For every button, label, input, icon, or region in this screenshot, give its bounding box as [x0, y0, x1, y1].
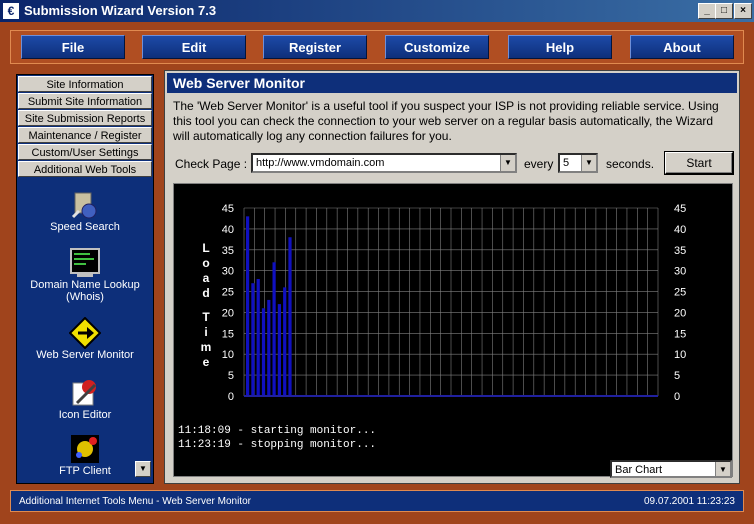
- ftp-icon: [69, 433, 101, 465]
- chart-bar: [283, 287, 287, 396]
- y-tick-label-left: 15: [222, 328, 234, 340]
- app-icon: €: [3, 3, 19, 19]
- url-value: http://www.vmdomain.com: [256, 157, 385, 169]
- sidebar-tab-additional-web-tools[interactable]: Additional Web Tools: [18, 161, 152, 177]
- y-tick-label-right: 40: [674, 224, 686, 236]
- seconds-label: seconds.: [606, 157, 655, 171]
- tool-domain-name-lookup[interactable]: Domain Name Lookup (Whois): [17, 247, 153, 303]
- y-tick-label-right: 5: [674, 370, 680, 382]
- chart-area: 0 0 5 5 10 10 15 15 20 20 25 25 30 30 35 35 40 40 45 45 Lo a d…: [173, 183, 733, 478]
- every-label: every: [524, 157, 554, 171]
- y-tick-label-right: 15: [674, 328, 686, 340]
- menu-file-button[interactable]: File: [21, 35, 125, 59]
- y-axis-label-letter: L: [202, 241, 209, 255]
- url-combobox[interactable]: http://www.vmdomain.com ▼: [251, 153, 517, 173]
- y-axis-label-letter: i: [204, 325, 207, 339]
- menu-edit-button[interactable]: Edit: [142, 35, 246, 59]
- interval-dropdown-icon[interactable]: ▼: [581, 155, 596, 171]
- tool-label-web-server-monitor: Web Server Monitor: [36, 349, 134, 361]
- sidebar-tab-custom-user-settings[interactable]: Custom/User Settings: [18, 144, 152, 160]
- menu-bar: File Edit Register Customize Help About: [10, 30, 744, 64]
- sidebar: Site Information Submit Site Information…: [16, 74, 154, 484]
- y-axis-label-letter: T: [202, 310, 210, 324]
- panel-title: Web Server Monitor: [167, 73, 737, 93]
- y-tick-label-right: 30: [674, 266, 686, 278]
- speed-search-icon: [69, 189, 101, 221]
- chart-bar: [261, 308, 266, 396]
- panel-description: The 'Web Server Monitor' is a useful too…: [173, 99, 719, 143]
- main-panel: Web Server Monitor The 'Web Server Monit…: [164, 70, 740, 484]
- chart-bar: [288, 237, 292, 396]
- tool-web-server-monitor[interactable]: Web Server Monitor: [17, 316, 153, 361]
- tool-icon-editor[interactable]: Icon Editor: [17, 377, 153, 421]
- title-bar: € Submission Wizard Version 7.3 _ □ ×: [0, 0, 754, 22]
- chart-type-dropdown-icon[interactable]: ▼: [715, 462, 730, 476]
- y-tick-label-left: 5: [228, 370, 234, 382]
- chart-type-select[interactable]: Bar Chart ▼: [610, 460, 732, 478]
- menu-help-button[interactable]: Help: [508, 35, 612, 59]
- chart-bar: [246, 216, 250, 396]
- minimize-icon[interactable]: _: [698, 3, 716, 19]
- y-tick-label-left: 20: [222, 307, 234, 319]
- icon-editor-icon: [69, 377, 101, 409]
- menu-register-button[interactable]: Register: [263, 35, 367, 59]
- window-title: Submission Wizard Version 7.3: [24, 3, 217, 18]
- y-tick-label-right: 10: [674, 349, 686, 361]
- interval-combobox[interactable]: 5 ▼: [558, 153, 598, 173]
- log-line: 11:18:09 - starting monitor...: [178, 425, 377, 437]
- arrow-sign-icon: [68, 316, 102, 350]
- monitor-log: 11:18:09 - starting monitor... 11:23:19 -…: [178, 424, 376, 452]
- y-tick-label-right: 25: [674, 287, 686, 299]
- check-page-label: Check Page :: [175, 157, 248, 171]
- y-tick-label-left: 10: [222, 349, 234, 361]
- chart-bar: [272, 262, 276, 396]
- y-tick-label-left: 40: [222, 224, 234, 236]
- url-dropdown-icon[interactable]: ▼: [500, 155, 515, 171]
- start-button[interactable]: Start: [664, 151, 734, 175]
- interval-value: 5: [563, 157, 570, 169]
- load-time-chart: 0 0 5 5 10 10 15 15 20 20 25 25 30 30 35 35 40 40 45 45 Load…: [201, 203, 687, 403]
- sidebar-scroll-down-icon[interactable]: ▼: [135, 461, 151, 477]
- y-axis-label-letter: a: [203, 271, 210, 285]
- y-tick-label-left: 35: [222, 245, 234, 257]
- tool-label-speed-search: Speed Search: [50, 221, 120, 233]
- app-window: € Submission Wizard Version 7.3 _ □ × Fi…: [0, 0, 754, 524]
- y-tick-label-right: 45: [674, 203, 686, 215]
- chart-bar: [251, 283, 255, 396]
- sidebar-tab-site-submission-reports[interactable]: Site Submission Reports: [18, 110, 152, 126]
- y-axis-label-letter: d: [202, 286, 209, 300]
- y-tick-label-left: 45: [222, 203, 234, 215]
- status-bar: Additional Internet Tools Menu - Web Ser…: [10, 490, 744, 512]
- tool-label-icon-editor: Icon Editor: [58, 409, 112, 421]
- chart-type-value: Bar Chart: [615, 464, 663, 476]
- y-tick-label-right: 20: [674, 307, 686, 319]
- sidebar-tab-submit-site-information[interactable]: Submit Site Information: [18, 93, 152, 109]
- sidebar-tab-maintenance-register[interactable]: Maintenance / Register: [18, 127, 152, 143]
- tool-speed-search[interactable]: Speed Search: [17, 189, 153, 233]
- y-axis-label-letter: m: [201, 340, 212, 354]
- log-line: 11:23:19 - stopping monitor...: [178, 439, 377, 451]
- close-icon[interactable]: ×: [734, 3, 752, 19]
- tool-ftp-client[interactable]: FTP Client: [17, 433, 153, 477]
- menu-customize-button[interactable]: Customize: [385, 35, 489, 59]
- tool-label-domain-name-lookup: Domain Name Lookup (Whois): [30, 279, 140, 303]
- y-axis-label-letter: o: [202, 256, 209, 270]
- y-axis-label-letter: e: [203, 355, 210, 369]
- chart-bar: [267, 299, 271, 396]
- tool-label-ftp-client: FTP Client: [59, 465, 111, 477]
- chart-bar: [277, 304, 281, 396]
- menu-about-button[interactable]: About: [630, 35, 734, 59]
- sidebar-tab-site-information[interactable]: Site Information: [18, 76, 152, 92]
- chart-bar: [256, 279, 260, 396]
- status-datetime: 09.07.2001 11:23:23: [643, 496, 735, 507]
- terminal-icon: [69, 247, 101, 279]
- maximize-icon[interactable]: □: [715, 3, 733, 19]
- y-tick-label-left: 30: [222, 266, 234, 278]
- y-tick-label-right: 35: [674, 245, 686, 257]
- y-tick-label-right: 0: [674, 391, 680, 403]
- status-text: Additional Internet Tools Menu - Web Ser…: [19, 496, 251, 507]
- y-tick-label-left: 0: [228, 391, 234, 403]
- y-tick-label-left: 25: [222, 287, 234, 299]
